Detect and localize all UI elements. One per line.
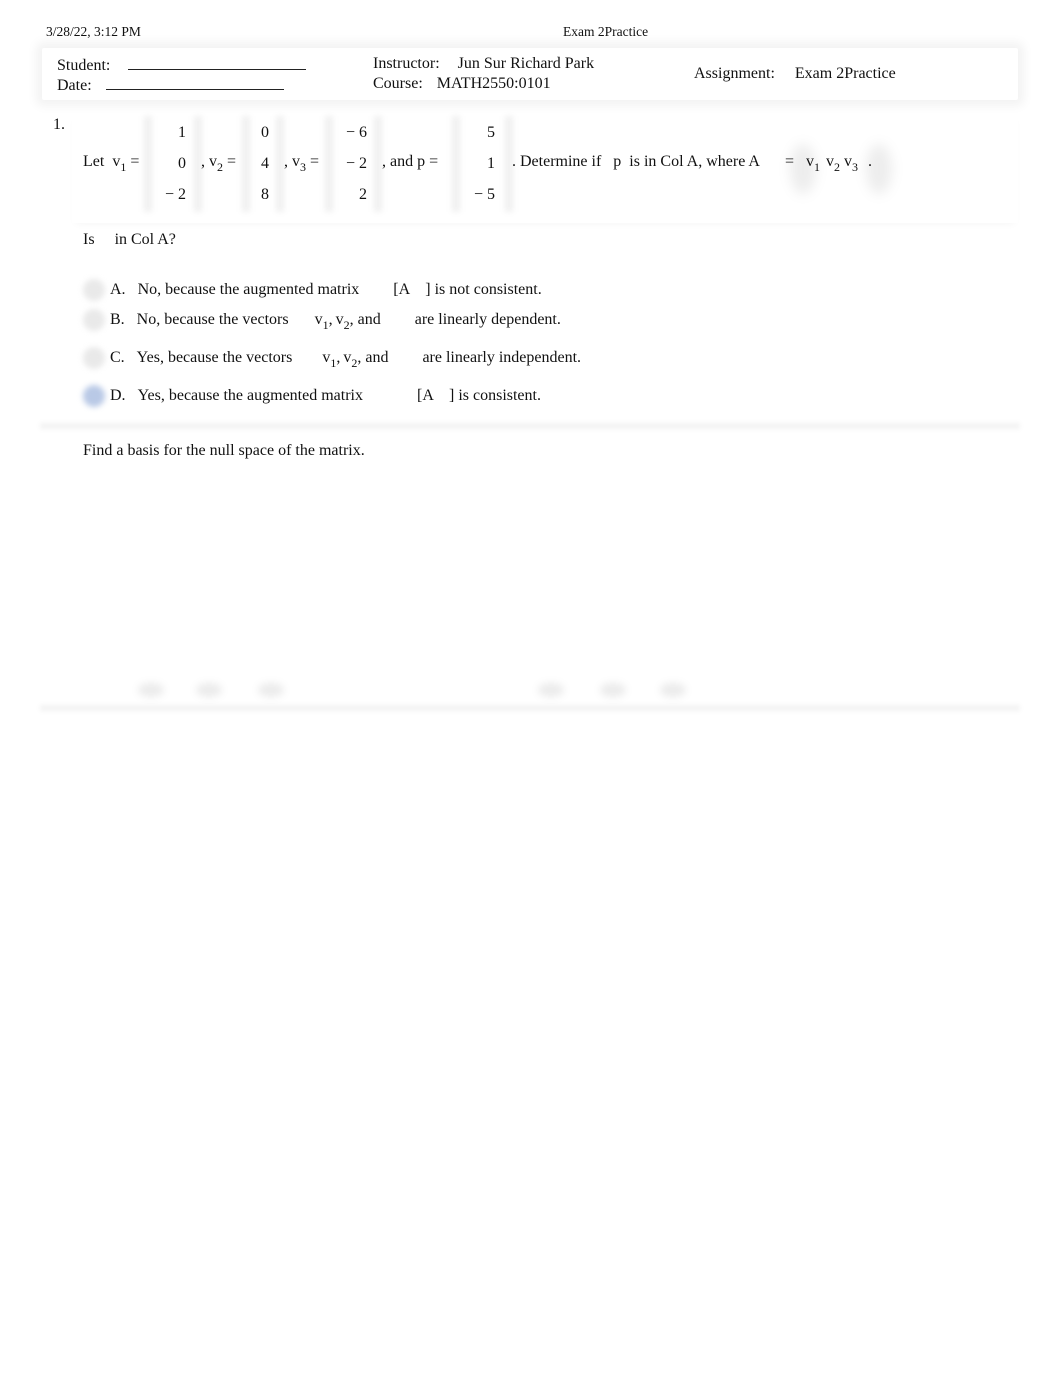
let-label: Let bbox=[83, 153, 105, 170]
date-field: Date: bbox=[57, 75, 284, 95]
p-entry: − 5 bbox=[473, 186, 495, 203]
student-field: Student: bbox=[57, 55, 307, 75]
blurred-matrix-content bbox=[196, 683, 222, 697]
determine-text: . Determine if p is in Col A, where A bbox=[512, 153, 760, 170]
left-bracket-icon bbox=[323, 116, 335, 212]
v2-entry: 4 bbox=[261, 155, 269, 172]
instructor-label: Instructor: bbox=[373, 55, 440, 72]
v2-label: , v2 = bbox=[201, 153, 237, 174]
print-title: Exam 2Practice bbox=[563, 24, 649, 39]
v1-entry: 1 bbox=[178, 124, 186, 141]
vector-v2: 0 4 8 bbox=[239, 124, 269, 217]
instructor-value: Jun Sur Richard Park bbox=[457, 55, 595, 72]
option-b[interactable]: B. No, because the vectors v1, v2, and ar… bbox=[110, 311, 561, 332]
left-bracket-icon bbox=[450, 116, 462, 212]
blurred-matrix-content bbox=[660, 683, 686, 697]
blurred-matrix-content bbox=[538, 683, 564, 697]
blurred-matrix-content bbox=[258, 683, 284, 697]
radio-option-c[interactable] bbox=[83, 347, 105, 369]
date-label: Date: bbox=[57, 77, 92, 94]
option-c[interactable]: C. Yes, because the vectors v1, v2, and a… bbox=[110, 349, 581, 370]
student-label: Student: bbox=[57, 57, 111, 74]
assignment-label: Assignment: bbox=[694, 65, 775, 82]
blurred-matrix-content bbox=[600, 683, 626, 697]
assignment-field: Assignment: Exam 2Practice bbox=[694, 65, 896, 83]
vector-v1: 1 0 − 2 bbox=[156, 124, 186, 217]
let-text: Let v1 = bbox=[83, 153, 140, 174]
option-a[interactable]: A. No, because the augmented matrix [A ]… bbox=[110, 281, 542, 299]
matrix-a-definition: = v1 v2 v3 . bbox=[785, 153, 873, 174]
p-entry: 1 bbox=[487, 155, 495, 172]
option-d[interactable]: D. Yes, because the augmented matrix [A … bbox=[110, 387, 541, 405]
v3-label: , v3 = bbox=[284, 153, 320, 174]
v1-entry: − 2 bbox=[164, 186, 186, 203]
section-divider bbox=[40, 421, 1020, 431]
vector-v3: − 6 − 2 2 bbox=[337, 124, 367, 217]
v3-entry: 2 bbox=[359, 186, 367, 203]
v1-equals: = bbox=[130, 153, 140, 170]
assignment-value: Exam 2Practice bbox=[794, 65, 896, 82]
blurred-matrix-content bbox=[138, 683, 164, 697]
v3-entry: − 6 bbox=[345, 124, 367, 141]
v1-label: v1 bbox=[112, 153, 127, 174]
instructor-field: Instructor: Jun Sur Richard Park bbox=[373, 55, 594, 73]
date-blank bbox=[105, 75, 284, 90]
left-bracket-icon bbox=[142, 116, 154, 212]
p-entry: 5 bbox=[487, 124, 495, 141]
v1-entry: 0 bbox=[178, 155, 186, 172]
v2-entry: 0 bbox=[261, 124, 269, 141]
course-label: Course: bbox=[373, 75, 423, 92]
vector-p: 5 1 − 5 bbox=[465, 124, 495, 217]
student-blank bbox=[128, 55, 307, 70]
section-divider bbox=[40, 703, 1020, 713]
course-field: Course: MATH2550:0101 bbox=[373, 75, 551, 93]
radio-option-a[interactable] bbox=[83, 279, 105, 301]
course-value: MATH2550:0101 bbox=[436, 75, 551, 92]
print-datetime: 3/28/22, 3:12 PM bbox=[46, 24, 141, 39]
v3-entry: − 2 bbox=[345, 155, 367, 172]
and-p-label: , and p = bbox=[382, 153, 439, 170]
question-2-prompt: Find a basis for the null space of the m… bbox=[83, 442, 365, 459]
question-number: 1. bbox=[53, 116, 65, 133]
radio-option-d-selected[interactable] bbox=[83, 385, 105, 407]
radio-option-b[interactable] bbox=[83, 309, 105, 331]
v2-entry: 8 bbox=[261, 186, 269, 203]
question-prompt: Is in Col A? bbox=[83, 231, 176, 248]
